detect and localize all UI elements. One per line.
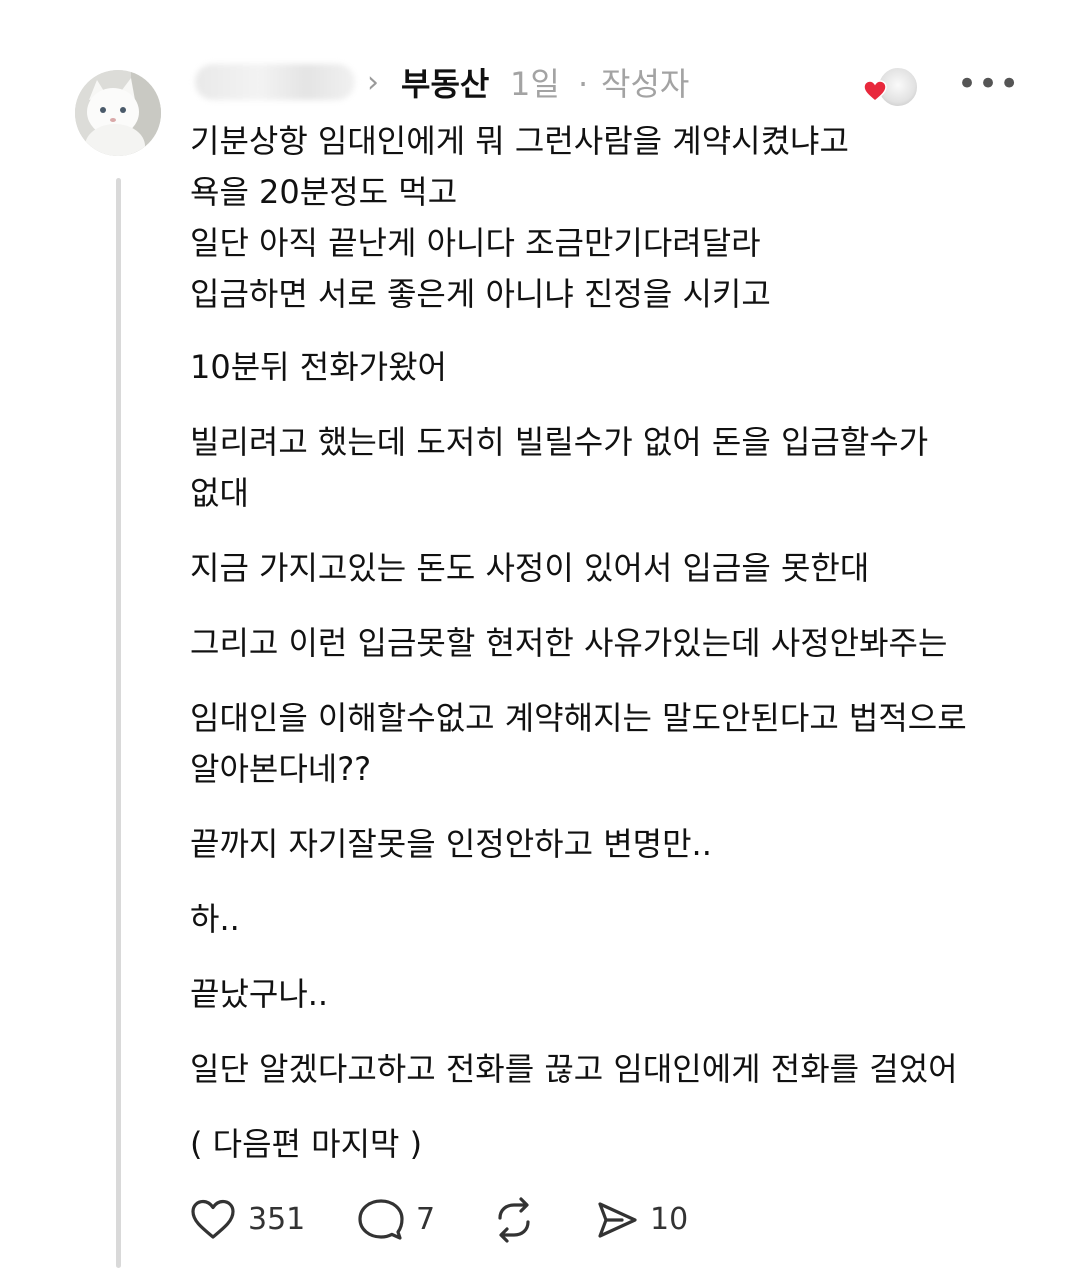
paragraph: 빌리려고 했는데 도저히 빌릴수가 없어 돈을 입금할수가 없대 [190, 417, 1020, 519]
text-line: 일단 알겠다고하고 전화를 끊고 임대인에게 전화를 걸었어 [190, 1050, 958, 1088]
author-liked-indicator [863, 64, 923, 108]
send-icon [598, 1202, 637, 1238]
paragraph: 끝까지 자기잘못을 인정안하고 변명만.. [190, 819, 1020, 870]
paragraph: 임대인을 이해할수없고 계약해지는 말도안된다고 법적으로 알아본다네?? [190, 693, 1020, 795]
comment-button[interactable]: 7 [358, 1192, 435, 1248]
paragraph: 끝났구나.. [190, 969, 1020, 1020]
more-horizontal-icon[interactable]: ••• [957, 62, 1020, 106]
text-line: 없대 [190, 474, 249, 512]
text-line: ( 다음편 마지막 ) [190, 1125, 423, 1163]
post-header: › 부동산 1일 · 작성자 ••• [195, 56, 1019, 112]
heart-icon [191, 1199, 235, 1239]
paragraph: ( 다음편 마지막 ) [190, 1119, 1020, 1170]
paragraph: 그리고 이런 입금못할 현저한 사유가있는데 사정안봐주는 [190, 618, 1020, 669]
text-line: 지금 가지고있는 돈도 사정이 있어서 입금을 못한대 [190, 549, 870, 587]
comment-bubble-icon [358, 1199, 404, 1240]
action-bar: 351 7 10 [190, 1192, 750, 1248]
username-blurred[interactable] [195, 64, 355, 100]
like-button[interactable]: 351 [190, 1192, 305, 1248]
like-count: 351 [248, 1202, 306, 1237]
community-name[interactable]: 부동산 [401, 62, 489, 106]
paragraph: 지금 가지고있는 돈도 사정이 있어서 입금을 못한대 [190, 543, 1020, 594]
share-count: 10 [650, 1202, 689, 1237]
paragraph: 일단 알겠다고하고 전화를 끊고 임대인에게 전화를 걸었어 [190, 1044, 1020, 1095]
comment-count: 7 [416, 1202, 436, 1237]
thread-line [116, 178, 121, 1268]
text-line: 끝까지 자기잘못을 인정안하고 변명만.. [190, 825, 712, 863]
paragraph: 하.. [190, 894, 1020, 945]
author-avatar[interactable] [75, 70, 161, 156]
text-line: 욕을 20분정도 먹고 [190, 173, 458, 211]
text-line: 빌리려고 했는데 도저히 빌릴수가 없어 돈을 입금할수가 [190, 423, 929, 461]
text-line: 하.. [190, 900, 240, 938]
paragraph: 기분상항 임대인에게 뭐 그런사람을 계약시켰냐고 욕을 20분정도 먹고 일단… [190, 116, 1020, 320]
author-tag: 작성자 [601, 65, 690, 103]
text-line: 10분뒤 전화가왔어 [190, 348, 447, 386]
repost-icon [498, 1197, 530, 1243]
text-line: 알아본다네?? [190, 750, 372, 788]
cat-avatar-image [75, 70, 161, 156]
post-body: 기분상항 임대인에게 뭐 그런사람을 계약시켰냐고 욕을 20분정도 먹고 일단… [190, 116, 1020, 1170]
text-line: 임대인을 이해할수없고 계약해지는 말도안된다고 법적으로 [190, 699, 967, 737]
text-line: 일단 아직 끝난게 아니다 조금만기다려달라 [190, 224, 761, 262]
paragraph: 10분뒤 전화가왔어 [190, 342, 1020, 393]
repost-button[interactable] [490, 1192, 550, 1248]
chevron-right-icon: › [367, 65, 379, 100]
text-line: 그리고 이런 입금못할 현저한 사유가있는데 사정안봐주는 [190, 624, 948, 662]
text-line: 입금하면 서로 좋은게 아니냐 진정을 시키고 [190, 275, 771, 313]
separator-dot: · [578, 65, 589, 103]
post-time: 1일 [510, 65, 560, 103]
share-button[interactable]: 10 [596, 1192, 688, 1248]
heart-badge-icon [863, 80, 887, 102]
text-line: 끝났구나.. [190, 975, 329, 1013]
text-line: 기분상항 임대인에게 뭐 그런사람을 계약시켰냐고 [190, 122, 849, 160]
